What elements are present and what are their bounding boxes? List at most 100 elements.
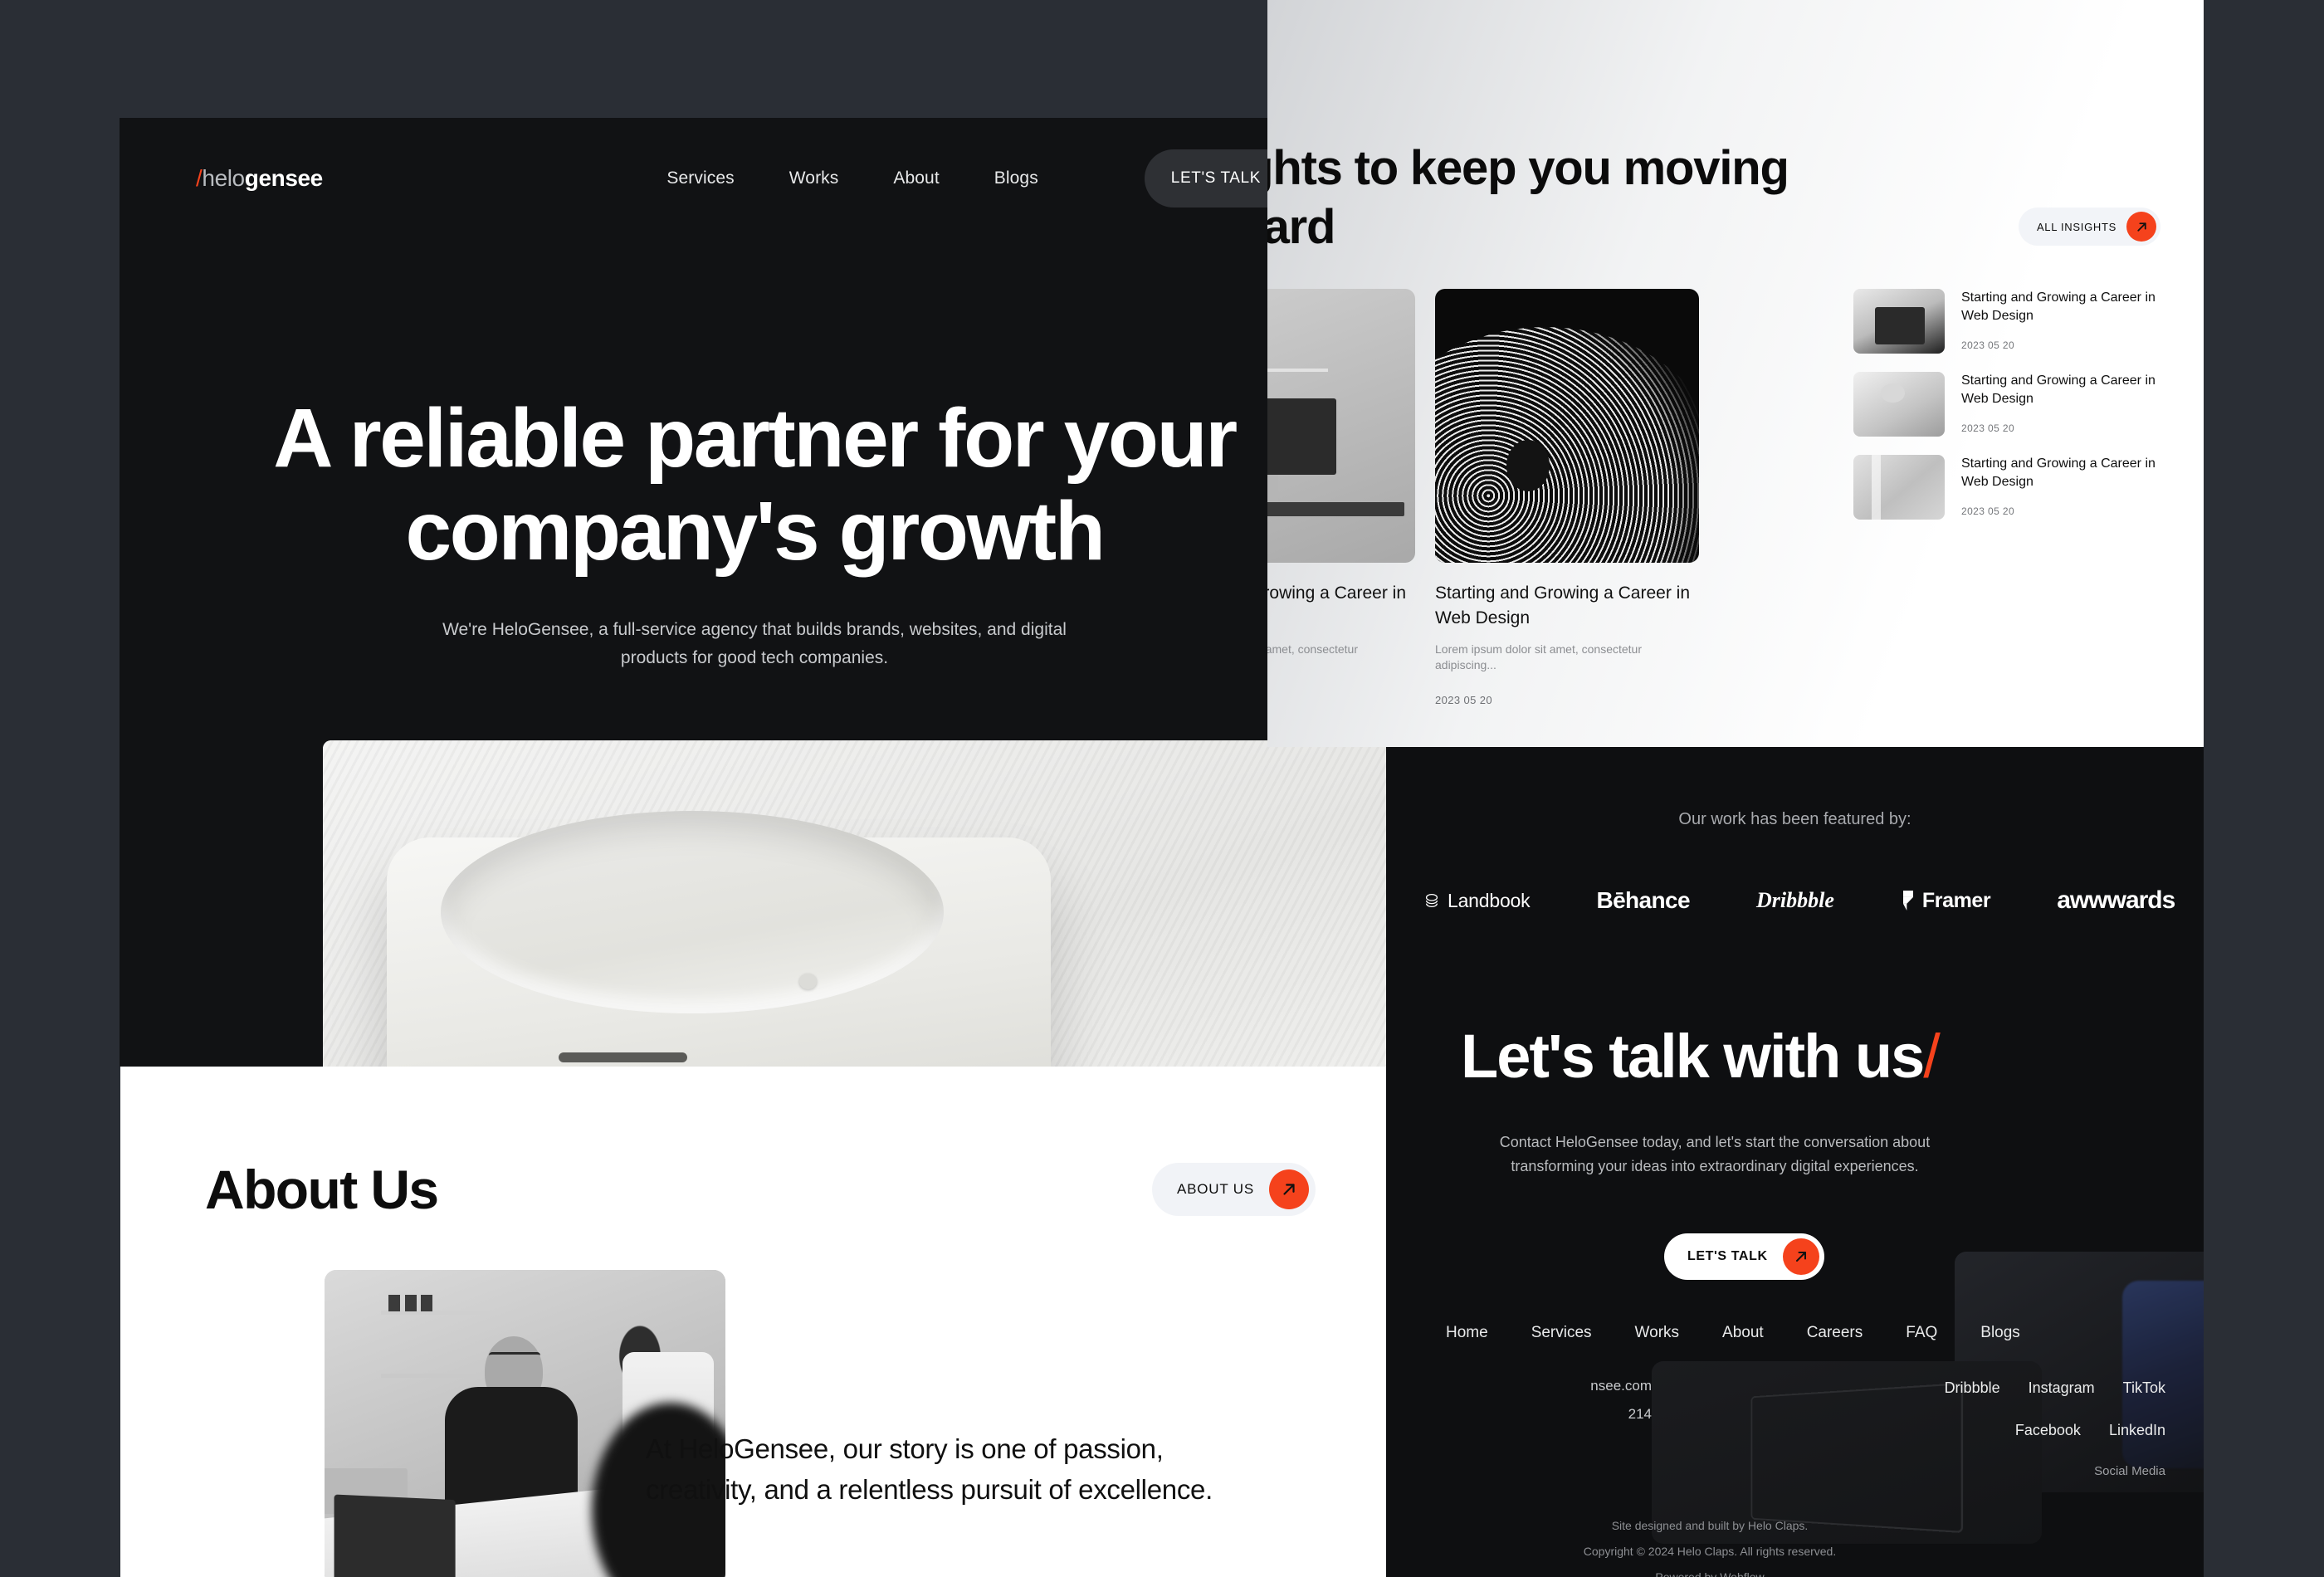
hero-product-image bbox=[323, 740, 1388, 1067]
nav-item-services[interactable]: Services bbox=[666, 168, 734, 188]
featured-logos-row: Landbook Bēhance Dribbble Framer awwward… bbox=[1423, 886, 2204, 915]
list-item-title: Starting and Growing a Career in Web Des… bbox=[1961, 456, 2156, 490]
insight-card[interactable]: Starting and Growing a Career in Web Des… bbox=[1435, 289, 1699, 706]
logo-awwwards-label: awwwards bbox=[2057, 886, 2175, 914]
footer-link-blogs[interactable]: Blogs bbox=[1980, 1324, 2020, 1342]
insight-card-date: 2023 05 20 bbox=[1267, 694, 1415, 706]
logo-behance[interactable]: Bēhance bbox=[1596, 887, 1690, 914]
footer-link-home[interactable]: Home bbox=[1446, 1324, 1488, 1342]
list-item-meta: Starting and Growing a Career in Web Des… bbox=[1961, 455, 2169, 520]
footer-copyright: Copyright © 2024 Helo Claps. All rights … bbox=[1583, 1545, 1837, 1558]
logo-text-bold: gensee bbox=[244, 165, 324, 191]
thumb-monitor-stand bbox=[1267, 475, 1278, 503]
cta-title-text: Let's talk with us bbox=[1461, 1022, 1925, 1091]
hero-image-dish bbox=[440, 810, 945, 1013]
list-item[interactable]: Starting and Growing a Career in Web Des… bbox=[1853, 372, 2169, 437]
hero-image-knob bbox=[799, 973, 817, 989]
insights-title: Insights to keep you moving forward bbox=[1267, 141, 1789, 254]
insight-card-excerpt: Lorem ipsum dolor sit amet, consectetur … bbox=[1435, 642, 1642, 672]
about-us-label: ABOUT US bbox=[1177, 1181, 1254, 1197]
nav-item-works[interactable]: Works bbox=[789, 168, 839, 188]
brand-logo[interactable]: /helogensee bbox=[196, 165, 323, 192]
logo-behance-label: Bēhance bbox=[1596, 887, 1690, 913]
thumb-spiral-rings bbox=[1435, 327, 1699, 563]
list-item-thumbnail bbox=[1853, 372, 1945, 437]
all-insights-label: ALL INSIGHTS bbox=[2036, 220, 2116, 233]
footer-link-about[interactable]: About bbox=[1722, 1324, 1764, 1342]
photo-shelf-lower bbox=[380, 1374, 486, 1379]
landbook-icon bbox=[1425, 894, 1438, 907]
photo-shelf bbox=[380, 1311, 501, 1316]
insight-feature-cards: Starting and Growing a Career in Web Des… bbox=[1267, 289, 1699, 706]
about-us-button[interactable]: ABOUT US bbox=[1152, 1163, 1316, 1216]
footer-contact-phone[interactable]: 214 bbox=[1386, 1406, 1652, 1423]
insight-card[interactable]: Starting and Growing a Career in Web Des… bbox=[1267, 289, 1415, 706]
social-row-secondary: Facebook LinkedIn bbox=[1809, 1422, 2165, 1439]
footer-credit: Site designed and built by Helo Claps. bbox=[1611, 1519, 1809, 1532]
social-link-tiktok[interactable]: TikTok bbox=[2123, 1379, 2165, 1397]
footer-powered-by: Powered by Webflow bbox=[1655, 1570, 1765, 1577]
list-item-date: 2023 05 20 bbox=[1961, 422, 2015, 434]
footer-link-services[interactable]: Services bbox=[1531, 1324, 1592, 1342]
list-item-meta: Starting and Growing a Career in Web Des… bbox=[1961, 289, 2169, 354]
list-item[interactable]: Starting and Growing a Career in Web Des… bbox=[1853, 289, 2169, 354]
list-item[interactable]: Starting and Growing a Career in Web Des… bbox=[1853, 455, 2169, 520]
footer-contact-email[interactable]: nsee.com bbox=[1386, 1378, 1652, 1394]
social-row-primary: Dribbble Instagram TikTok bbox=[1809, 1379, 2165, 1397]
cta-lets-talk-label: LET'S TALK bbox=[1687, 1249, 1768, 1263]
lets-talk-label: LET'S TALK bbox=[1170, 169, 1261, 187]
photo-book bbox=[420, 1295, 432, 1312]
insight-card-excerpt: Lorem ipsum dolor sit amet, consectetur … bbox=[1267, 642, 1358, 656]
footer-link-careers[interactable]: Careers bbox=[1807, 1324, 1863, 1342]
primary-nav: Services Works About Blogs LET'S TALK bbox=[666, 149, 1330, 208]
list-item-meta: Starting and Growing a Career in Web Des… bbox=[1961, 372, 2169, 437]
footer-contact: nsee.com 214 bbox=[1386, 1378, 1652, 1434]
featured-by-label: Our work has been featured by: bbox=[1678, 810, 1911, 828]
footer-link-faq[interactable]: FAQ bbox=[1906, 1324, 1937, 1342]
logo-dribbble[interactable]: Dribbble bbox=[1756, 888, 1834, 913]
social-link-facebook[interactable]: Facebook bbox=[2015, 1422, 2081, 1439]
insight-card-title: Starting and Growing a Career in Web Des… bbox=[1435, 583, 1690, 628]
header-navbar: /helogensee Services Works About Blogs L… bbox=[196, 149, 1330, 208]
insight-card-title: Starting and Growing a Career in Web Des… bbox=[1267, 583, 1406, 603]
footer-link-works[interactable]: Works bbox=[1635, 1324, 1679, 1342]
social-link-instagram[interactable]: Instagram bbox=[2029, 1379, 2095, 1397]
photo-book bbox=[388, 1295, 401, 1312]
about-header: About Us ABOUT US bbox=[205, 1158, 1316, 1221]
thumb-sphere bbox=[1506, 439, 1550, 491]
social-link-dribbble[interactable]: Dribbble bbox=[1945, 1379, 2000, 1397]
cta-title-slash-icon: / bbox=[1923, 1022, 1941, 1091]
about-body-text: At HeloGensee, our story is one of passi… bbox=[646, 1433, 1213, 1505]
hero-headline: A reliable partner for your company's gr… bbox=[273, 392, 1238, 578]
hero-image-slot bbox=[558, 1052, 687, 1062]
footer-social: Dribbble Instagram TikTok Facebook Linke… bbox=[1809, 1379, 2165, 1478]
nav-item-blogs[interactable]: Blogs bbox=[994, 168, 1038, 188]
logo-landbook-label: Landbook bbox=[1448, 889, 1531, 911]
thumb-desk-surface bbox=[1267, 502, 1405, 516]
all-insights-button[interactable]: ALL INSIGHTS bbox=[2018, 208, 2160, 246]
social-media-label: Social Media bbox=[2094, 1464, 2165, 1478]
cta-subtitle: Contact HeloGensee today, and let's star… bbox=[1499, 1134, 1931, 1175]
cta-title: Let's talk with us/ bbox=[1461, 1021, 2058, 1091]
footer-legal: Site designed and built by Helo Claps. C… bbox=[1477, 1519, 1942, 1577]
screenshot-stage: /helogensee Services Works About Blogs L… bbox=[0, 0, 2324, 1577]
hero-panel: /helogensee Services Works About Blogs L… bbox=[120, 118, 1388, 1067]
logo-text-light: helo bbox=[202, 165, 245, 191]
logo-framer-label: Framer bbox=[1921, 888, 1991, 912]
list-item-title: Starting and Growing a Career in Web Des… bbox=[1961, 374, 2156, 407]
cta-lets-talk-button[interactable]: LET'S TALK bbox=[1664, 1233, 1824, 1280]
framer-icon bbox=[1902, 891, 1913, 911]
logo-awwwards[interactable]: awwwards bbox=[2057, 886, 2175, 915]
list-item-date: 2023 05 20 bbox=[1961, 505, 2015, 517]
hero-subtitle: We're HeloGensee, a full-service agency … bbox=[442, 620, 1067, 668]
thumb-shelf bbox=[1267, 368, 1329, 372]
nav-item-about[interactable]: About bbox=[893, 168, 939, 188]
insight-card-thumbnail bbox=[1435, 289, 1699, 563]
monitor-icon bbox=[1267, 398, 1336, 476]
logo-landbook[interactable]: Landbook bbox=[1423, 889, 1531, 912]
social-link-linkedin[interactable]: LinkedIn bbox=[2109, 1422, 2165, 1439]
list-item-title: Starting and Growing a Career in Web Des… bbox=[1961, 290, 2156, 324]
insights-panel: Insights to keep you moving forward ALL … bbox=[1267, 0, 2204, 747]
logo-framer[interactable]: Framer bbox=[1901, 888, 1991, 913]
list-item-thumbnail bbox=[1853, 289, 1945, 354]
